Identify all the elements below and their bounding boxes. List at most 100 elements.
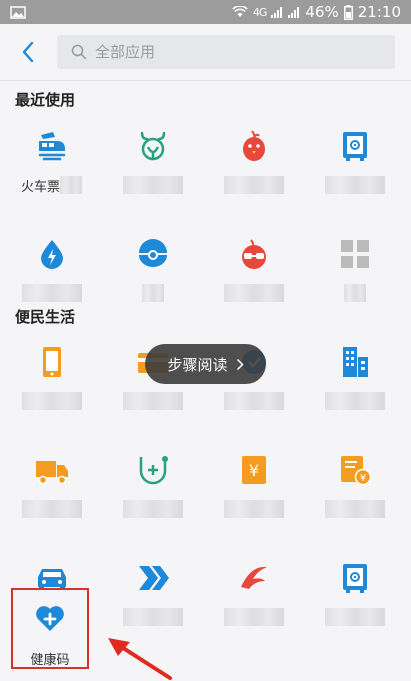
blurred-label xyxy=(223,176,284,194)
medical-shield-icon xyxy=(135,452,171,488)
blurred-label xyxy=(324,176,385,194)
double-arrow-icon xyxy=(135,560,171,596)
recent-item-label xyxy=(122,176,183,194)
app-bar xyxy=(0,24,411,80)
safe-icon xyxy=(337,128,373,164)
glasses-face-icon xyxy=(236,236,272,272)
status-right: 4G 46% 21:10 xyxy=(232,3,401,21)
life-item-4[interactable] xyxy=(306,330,403,438)
status-left xyxy=(10,5,26,19)
life-item-5[interactable] xyxy=(3,438,100,546)
search-icon xyxy=(71,44,87,60)
heart-plus-icon xyxy=(32,600,68,635)
recent-item-label xyxy=(324,176,385,194)
blurred-label xyxy=(324,608,385,626)
more-grid-icon xyxy=(337,236,373,272)
phone-icon xyxy=(34,344,70,380)
life-item-label xyxy=(324,500,385,518)
blurred-label xyxy=(141,284,164,302)
life-item-7[interactable]: ¥ xyxy=(205,438,302,546)
clock: 21:10 xyxy=(357,3,401,21)
svg-text:¥: ¥ xyxy=(248,461,258,480)
blurred-label xyxy=(122,392,183,410)
water-bolt-icon xyxy=(34,236,70,272)
life-item-6[interactable] xyxy=(104,438,201,546)
annotation-arrow-icon xyxy=(108,638,172,680)
safe-icon xyxy=(337,560,373,596)
chevron-right-icon xyxy=(236,358,244,370)
bird-icon xyxy=(236,128,272,164)
recent-item-2[interactable] xyxy=(104,114,201,222)
truck-icon xyxy=(34,452,70,488)
recent-item-3[interactable] xyxy=(205,114,302,222)
status-bar: 4G 46% 21:10 xyxy=(0,0,411,24)
health-code-label: 健康码 xyxy=(30,652,70,668)
life-item-11[interactable] xyxy=(205,546,302,654)
blurred-label xyxy=(122,176,183,194)
life-item-label xyxy=(223,392,284,410)
blurred-label xyxy=(21,392,82,410)
svg-text:¥: ¥ xyxy=(359,473,365,484)
blurred-label xyxy=(324,392,385,410)
recent-item-more[interactable] xyxy=(306,222,403,330)
recent-item-label xyxy=(223,176,284,194)
blurred-label xyxy=(122,500,183,518)
yuan-tag-icon: ¥ xyxy=(236,452,272,488)
battery-icon xyxy=(343,4,353,20)
recent-item-label xyxy=(141,284,164,302)
battery-percent: 46% xyxy=(305,3,339,21)
section-title-recent: 最近使用 xyxy=(15,91,76,109)
deer-icon xyxy=(135,128,171,164)
train-ticket-icon xyxy=(34,128,70,164)
back-button[interactable] xyxy=(6,30,50,74)
life-item-label xyxy=(21,500,82,518)
step-reading-toast[interactable]: 步骤阅读 xyxy=(145,344,266,384)
life-row-2: ¥ ¥ xyxy=(0,438,411,546)
recent-item-7[interactable] xyxy=(205,222,302,330)
life-item-label xyxy=(223,500,284,518)
blurred-label xyxy=(223,392,284,410)
blurred-label xyxy=(223,500,284,518)
health-code-item[interactable]: 健康码 xyxy=(11,588,89,669)
recent-item-label: 火车票 xyxy=(20,176,82,195)
life-item-label xyxy=(324,392,385,410)
blurred-label xyxy=(223,284,284,302)
life-item-label xyxy=(324,608,385,626)
app-bar-divider xyxy=(0,80,411,81)
life-item-label xyxy=(21,392,82,410)
recent-item-train-ticket[interactable]: 火车票 xyxy=(3,114,100,222)
invoice-yuan-icon: ¥ xyxy=(337,452,373,488)
blurred-label xyxy=(122,608,183,626)
wifi-icon xyxy=(232,6,248,17)
gallery-notification-icon xyxy=(10,5,26,19)
toast-text: 步骤阅读 xyxy=(167,355,228,374)
search-input[interactable] xyxy=(95,43,375,61)
recent-item-6[interactable] xyxy=(104,222,201,330)
recent-grid: 火车票 xyxy=(0,114,411,330)
life-item-label xyxy=(122,608,183,626)
blurred-label xyxy=(21,500,82,518)
recent-item-label xyxy=(343,284,366,302)
recent-row-1: 火车票 xyxy=(0,114,411,222)
recent-item-label-text: 火车票 xyxy=(20,179,60,195)
signal-icon-2 xyxy=(288,6,300,18)
life-item-12[interactable] xyxy=(306,546,403,654)
life-item-label xyxy=(122,392,183,410)
recent-item-4[interactable] xyxy=(306,114,403,222)
signal-icon xyxy=(271,6,283,18)
blurred-label xyxy=(343,284,366,302)
section-title-life: 便民生活 xyxy=(15,308,76,326)
pearl-shell-icon xyxy=(135,236,171,272)
life-item-label xyxy=(223,608,284,626)
blurred-label xyxy=(21,284,82,302)
blurred-label xyxy=(324,500,385,518)
recent-item-label xyxy=(223,284,284,302)
chevron-left-icon xyxy=(22,41,34,63)
blurred-label xyxy=(60,176,82,194)
airline-icon xyxy=(236,560,272,596)
recent-item-label xyxy=(21,284,82,302)
blurred-label xyxy=(223,608,284,626)
life-item-1[interactable] xyxy=(3,330,100,438)
search-box[interactable] xyxy=(57,35,395,69)
life-item-8[interactable]: ¥ xyxy=(306,438,403,546)
